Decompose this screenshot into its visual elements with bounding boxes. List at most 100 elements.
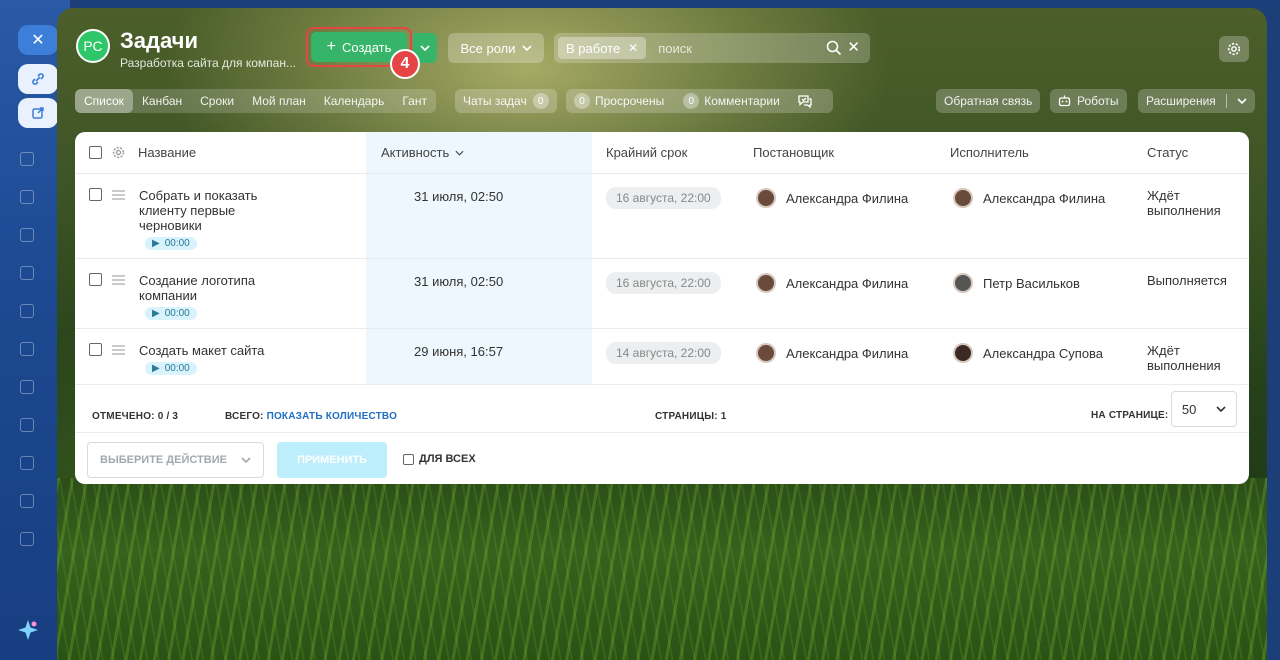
gear-icon <box>1227 42 1241 56</box>
per-page-select[interactable]: 50 <box>1171 391 1237 427</box>
show-count-link[interactable]: ПОКАЗАТЬ КОЛИЧЕСТВО <box>267 411 398 422</box>
task-chats-button[interactable]: Чаты задач 0 <box>455 89 557 113</box>
sidebar-item <box>20 416 60 434</box>
sidebar-item <box>20 454 60 472</box>
table-row[interactable]: Создать макет сайта ▶ 00:00 29 июня, 16:5… <box>75 329 1249 384</box>
task-creator[interactable]: Александра Филина <box>756 273 908 293</box>
column-header-creator[interactable]: Постановщик <box>753 145 834 160</box>
column-header-name[interactable]: Название <box>138 145 196 160</box>
creator-name: Александра Филина <box>786 345 909 361</box>
close-icon[interactable]: ✕ <box>18 25 58 55</box>
apply-button[interactable]: ПРИМЕНИТЬ <box>277 442 387 478</box>
background-grass <box>57 478 1267 660</box>
ai-assistant-icon[interactable] <box>16 618 40 642</box>
task-name[interactable]: Создать макет сайта <box>139 343 319 358</box>
drag-handle-icon[interactable] <box>112 190 125 200</box>
task-status: Выполняется <box>1147 273 1227 288</box>
divider <box>75 384 1249 385</box>
checkbox-icon <box>20 494 34 508</box>
avatar <box>756 188 776 208</box>
task-deadline[interactable]: 14 августа, 22:00 <box>606 342 721 364</box>
task-activity: 31 июля, 02:50 <box>414 189 504 204</box>
sidebar-item <box>20 302 60 320</box>
tab-gantt[interactable]: Гант <box>393 89 436 113</box>
sidebar-item <box>20 378 60 396</box>
clear-search-icon[interactable]: ✕ <box>847 38 860 56</box>
tab-calendar[interactable]: Календарь <box>315 89 394 113</box>
search-icon[interactable] <box>826 40 842 56</box>
extensions-button[interactable]: Расширения <box>1138 89 1255 113</box>
extensions-label: Расширения <box>1146 94 1216 108</box>
task-assignee[interactable]: Александра Филина <box>953 188 1105 208</box>
search-input[interactable] <box>658 40 809 56</box>
feedback-button[interactable]: Обратная связь <box>936 89 1041 113</box>
comments-label[interactable]: Комментарии <box>704 94 780 108</box>
clock-icon <box>20 532 34 546</box>
gear-icon[interactable] <box>112 146 125 159</box>
chevron-down-icon[interactable] <box>1237 98 1247 104</box>
read-all-icon[interactable] <box>797 94 813 108</box>
task-deadline[interactable]: 16 августа, 22:00 <box>606 187 721 209</box>
tab-kanban[interactable]: Канбан <box>133 89 191 113</box>
roles-filter-button[interactable]: Все роли <box>448 33 544 63</box>
task-timer[interactable]: ▶ 00:00 <box>145 307 197 320</box>
timer-value: 00:00 <box>164 238 190 249</box>
action-select[interactable]: ВЫБЕРИТЕ ДЕЙСТВИЕ <box>87 442 264 478</box>
chevron-down-icon <box>241 457 251 463</box>
table-row[interactable]: Собрать и показать клиенту первые чернов… <box>75 174 1249 258</box>
for-all-checkbox[interactable]: ДЛЯ ВСЕХ <box>403 453 476 465</box>
task-deadline[interactable]: 16 августа, 22:00 <box>606 272 721 294</box>
column-header-assignee[interactable]: Исполнитель <box>950 145 1029 160</box>
task-assignee[interactable]: Александра Супова <box>953 343 1103 363</box>
checkbox[interactable] <box>403 453 414 465</box>
pages-counter: СТРАНИЦЫ: 1 <box>655 411 726 422</box>
divider <box>1225 94 1227 108</box>
task-chats-label: Чаты задач <box>463 94 527 108</box>
assignee-name: Александра Филина <box>983 190 1106 206</box>
task-name[interactable]: Создание логотипа компании <box>139 273 279 303</box>
row-checkbox[interactable] <box>89 188 102 201</box>
column-header-status[interactable]: Статус <box>1147 145 1188 160</box>
marked-counter: ОТМЕЧЕНО: 0 / 3 <box>92 411 178 422</box>
drag-handle-icon[interactable] <box>112 345 125 355</box>
external-link-icon[interactable] <box>18 98 58 128</box>
column-header-activity[interactable]: Активность <box>381 145 464 160</box>
project-subtitle[interactable]: Разработка сайта для компан... <box>120 56 296 70</box>
task-creator[interactable]: Александра Филина <box>756 343 908 363</box>
task-creator[interactable]: Александра Филина <box>756 188 908 208</box>
avatar <box>953 188 973 208</box>
task-timer[interactable]: ▶ 00:00 <box>145 362 197 375</box>
project-avatar[interactable]: РС <box>76 29 110 63</box>
link-icon[interactable] <box>18 64 58 94</box>
tasks-window: РС Задачи Разработка сайта для компан...… <box>57 8 1267 660</box>
select-all-checkbox[interactable] <box>89 146 102 159</box>
tasks-icon <box>20 456 34 470</box>
tab-my-plan[interactable]: Мой план <box>243 89 315 113</box>
for-all-label: ДЛЯ ВСЕХ <box>419 453 476 465</box>
task-name[interactable]: Собрать и показать клиенту первые чернов… <box>139 188 279 233</box>
overdue-count: 0 <box>574 93 590 109</box>
mail-icon <box>20 418 34 432</box>
filter-chip-in-progress[interactable]: В работе ✕ <box>558 37 647 59</box>
column-header-deadline[interactable]: Крайний срок <box>606 145 687 160</box>
row-checkbox[interactable] <box>89 343 102 356</box>
chip-close-icon[interactable]: ✕ <box>628 41 638 55</box>
row-checkbox[interactable] <box>89 273 102 286</box>
task-assignee[interactable]: Петр Васильков <box>953 273 1080 293</box>
tab-list[interactable]: Список <box>75 89 133 113</box>
settings-button[interactable] <box>1219 36 1249 62</box>
robots-button[interactable]: Роботы <box>1050 89 1127 113</box>
timer-value: 00:00 <box>164 308 190 319</box>
tab-deadlines[interactable]: Сроки <box>191 89 243 113</box>
total-counter: ВСЕГО: ПОКАЗАТЬ КОЛИЧЕСТВО <box>225 411 397 422</box>
robot-icon <box>1058 95 1071 107</box>
task-chats-count: 0 <box>532 93 549 109</box>
drag-handle-icon[interactable] <box>112 275 125 285</box>
overdue-label[interactable]: Просрочены <box>595 94 664 108</box>
task-timer[interactable]: ▶ 00:00 <box>145 237 197 250</box>
action-select-placeholder: ВЫБЕРИТЕ ДЕЙСТВИЕ <box>100 454 227 466</box>
sidebar-item <box>20 226 60 244</box>
plus-icon: + <box>326 38 336 55</box>
gear-icon <box>20 190 34 204</box>
table-row[interactable]: Создание логотипа компании ▶ 00:00 31 июл… <box>75 259 1249 328</box>
